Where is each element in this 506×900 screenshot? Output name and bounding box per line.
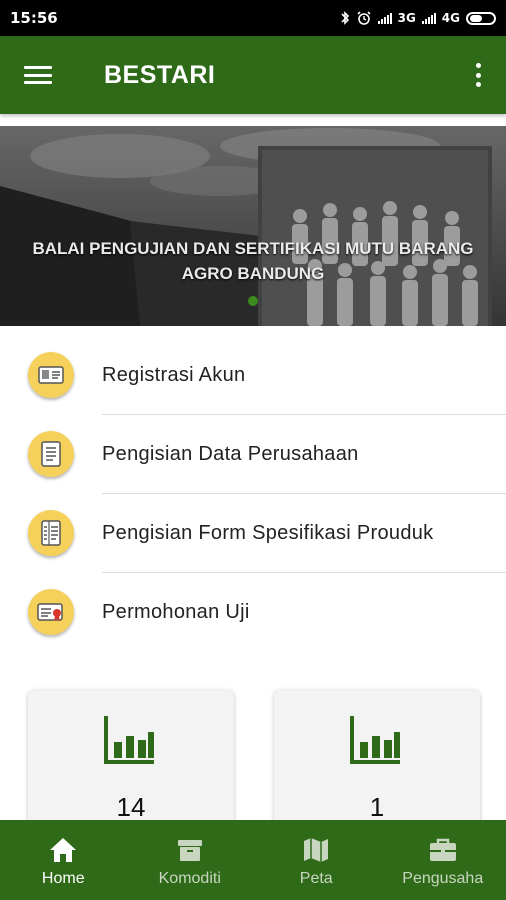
app-title: BESTARI (104, 60, 216, 89)
form-icon (28, 510, 74, 556)
banner-caption: BALAI PENGUJIAN DAN SERTIFIKASI MUTU BAR… (0, 236, 506, 286)
menu-item-registrasi-akun[interactable]: Registrasi Akun (0, 336, 506, 415)
status-bar: 15:56 3G 4G (0, 0, 506, 36)
bottom-navigation: Home Komoditi Peta Pengusaha (0, 820, 506, 900)
menu-item-label: Registrasi Akun (102, 364, 246, 386)
stat-value: 1 (369, 792, 385, 822)
nav-label: Komoditi (158, 870, 221, 887)
network-type-label: 4G (441, 11, 460, 25)
battery-icon (466, 11, 496, 25)
briefcase-icon (429, 838, 456, 861)
app-screen: 15:56 3G 4G BESTARI BALAI PENGUJIAN DAN … (0, 0, 506, 900)
nav-label: Home (41, 870, 85, 887)
bar-chart-icon (350, 716, 400, 764)
bar-chart-icon (104, 716, 154, 764)
signal-icon (377, 12, 392, 24)
nav-peta[interactable]: Peta (253, 820, 380, 900)
menu-item-label: Pengisian Data Perusahaan (102, 443, 359, 465)
carousel-indicator[interactable] (248, 296, 258, 306)
alarm-icon (356, 11, 372, 25)
nav-pengusaha[interactable]: Pengusaha (380, 820, 506, 900)
stat-card[interactable]: 1 (274, 690, 480, 830)
nav-label: Pengusaha (402, 870, 484, 887)
network-type-label: 3G (397, 11, 416, 25)
more-vert-icon[interactable] (474, 63, 482, 87)
box-icon (177, 840, 202, 861)
certificate-icon (28, 589, 74, 635)
menu-item-form-spesifikasi[interactable]: Pengisian Form Spesifikasi Prouduk (0, 494, 506, 573)
map-icon (304, 838, 329, 862)
nav-label: Peta (299, 870, 333, 887)
banner-caption-line: AGRO BANDUNG (181, 264, 325, 283)
menu-item-data-perusahaan[interactable]: Pengisian Data Perusahaan (0, 415, 506, 494)
status-time: 15:56 (10, 9, 58, 27)
banner-caption-line: BALAI PENGUJIAN DAN SERTIFIKASI MUTU BAR… (32, 239, 474, 258)
banner-carousel[interactable]: BALAI PENGUJIAN DAN SERTIFIKASI MUTU BAR… (0, 126, 506, 326)
bluetooth-icon (340, 11, 350, 25)
nav-home[interactable]: Home (0, 820, 127, 900)
stat-card[interactable]: 14 (28, 690, 234, 830)
menu-item-label: Pengisian Form Spesifikasi Prouduk (102, 522, 434, 544)
status-icons: 3G 4G (340, 11, 496, 25)
stat-value: 14 (116, 792, 146, 822)
feature-menu-list: Registrasi Akun Pengisian Data Perusahaa… (0, 336, 506, 652)
signal-icon (421, 12, 436, 24)
nav-komoditi[interactable]: Komoditi (127, 820, 254, 900)
hamburger-menu-icon[interactable] (24, 64, 52, 86)
menu-item-permohonan-uji[interactable]: Permohonan Uji (0, 573, 506, 652)
document-list-icon (28, 431, 74, 477)
app-bar: BESTARI (0, 36, 506, 114)
id-card-icon (28, 352, 74, 398)
menu-item-label: Permohonan Uji (102, 601, 250, 623)
home-icon (50, 838, 77, 862)
